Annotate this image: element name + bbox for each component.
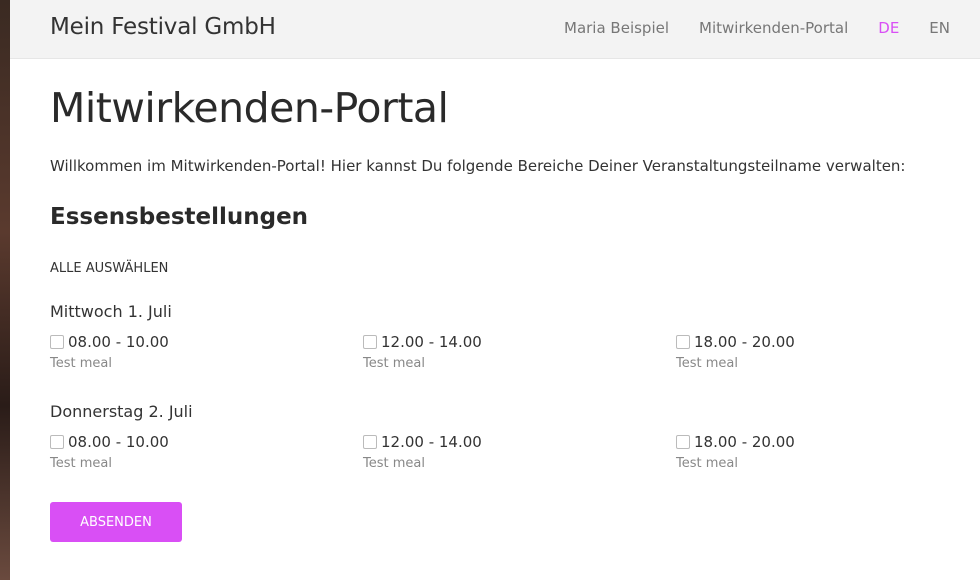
meal-slot-checkbox[interactable]	[676, 435, 690, 449]
day-title: Donnerstag 2. Juli	[50, 402, 193, 421]
nav-links: Maria Beispiel Mitwirkenden-Portal DE EN	[564, 19, 950, 37]
meal-slot-time: 18.00 - 20.00	[694, 333, 795, 351]
meal-slot: 08.00 - 10.00 Test meal	[50, 333, 169, 371]
navbar: Mein Festival GmbH Maria Beispiel Mitwir…	[10, 0, 980, 59]
lang-de-link[interactable]: DE	[878, 19, 899, 37]
lang-en-link[interactable]: EN	[929, 19, 950, 37]
meal-slot-time: 08.00 - 10.00	[68, 433, 169, 451]
meal-slot-meal: Test meal	[676, 356, 738, 371]
meal-slot-time: 12.00 - 14.00	[381, 433, 482, 451]
nav-user-link[interactable]: Maria Beispiel	[564, 19, 669, 37]
meal-slot-checkbox[interactable]	[50, 335, 64, 349]
meal-slot: 18.00 - 20.00 Test meal	[676, 433, 795, 471]
meal-slot-meal: Test meal	[363, 456, 425, 471]
meal-slot-meal: Test meal	[50, 356, 112, 371]
day-title: Mittwoch 1. Juli	[50, 302, 172, 321]
meal-slot-time: 18.00 - 20.00	[694, 433, 795, 451]
intro-text: Willkommen im Mitwirkenden-Portal! Hier …	[50, 157, 906, 175]
submit-button[interactable]: ABSENDEN	[50, 502, 182, 542]
meal-slot: 12.00 - 14.00 Test meal	[363, 333, 482, 371]
meal-slot: 08.00 - 10.00 Test meal	[50, 433, 169, 471]
nav-portal-link[interactable]: Mitwirkenden-Portal	[699, 19, 848, 37]
select-all-link[interactable]: ALLE AUSWÄHLEN	[50, 261, 168, 276]
meal-slot-meal: Test meal	[50, 456, 112, 471]
section-title: Essensbestellungen	[50, 204, 309, 230]
meal-slot-time: 12.00 - 14.00	[381, 333, 482, 351]
meal-slot-time: 08.00 - 10.00	[68, 333, 169, 351]
day-group-thursday: Donnerstag 2. Juli 08.00 - 10.00 Test me…	[50, 402, 950, 471]
background-photo-edge	[0, 0, 10, 580]
page: Mein Festival GmbH Maria Beispiel Mitwir…	[10, 0, 980, 580]
meal-slot: 12.00 - 14.00 Test meal	[363, 433, 482, 471]
meal-slot-meal: Test meal	[363, 356, 425, 371]
meal-slot: 18.00 - 20.00 Test meal	[676, 333, 795, 371]
meal-slot-checkbox[interactable]	[363, 435, 377, 449]
brand-link[interactable]: Mein Festival GmbH	[50, 14, 276, 40]
meal-slot-checkbox[interactable]	[50, 435, 64, 449]
day-group-wednesday: Mittwoch 1. Juli 08.00 - 10.00 Test meal…	[50, 302, 950, 371]
meal-slot-checkbox[interactable]	[676, 335, 690, 349]
page-title: Mitwirkenden-Portal	[50, 84, 449, 132]
meal-slot-checkbox[interactable]	[363, 335, 377, 349]
meal-slot-meal: Test meal	[676, 456, 738, 471]
